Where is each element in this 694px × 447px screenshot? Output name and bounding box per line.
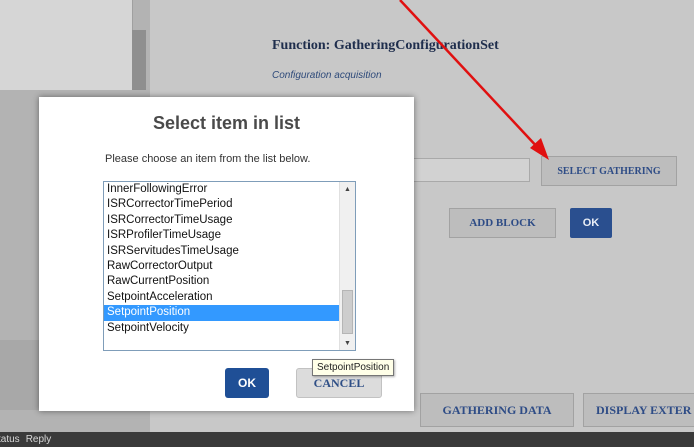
list-item[interactable]: SetpointPosition — [104, 305, 339, 321]
list-item[interactable]: SetpointAcceleration — [104, 290, 339, 305]
left-scrollbar[interactable] — [132, 30, 146, 90]
select-gathering-button[interactable]: SELECT GATHERING — [541, 156, 677, 186]
dialog-title: Select item in list — [152, 113, 301, 133]
scroll-down-icon[interactable]: ▼ — [340, 336, 355, 350]
list-item[interactable]: SetpointVelocity — [104, 321, 339, 336]
list-item[interactable]: RawCorrectorOutput — [104, 259, 339, 274]
item-listbox[interactable]: InnerFollowingError ISRCorrectorTimePerio… — [103, 181, 356, 351]
status-bar: tatus Reply — [0, 432, 694, 447]
add-block-button[interactable]: ADD BLOCK — [449, 208, 556, 238]
function-title: Function: GatheringConfigurationSet — [272, 38, 499, 53]
dialog-ok-button[interactable]: OK — [225, 368, 269, 398]
list-items: InnerFollowingError ISRCorrectorTimePerio… — [104, 182, 339, 336]
status-label: tatus — [0, 434, 20, 445]
scroll-thumb[interactable] — [342, 290, 353, 334]
list-item[interactable]: InnerFollowingError — [104, 182, 339, 197]
reply-label: Reply — [25, 434, 52, 445]
list-item[interactable]: ISRCorrectorTimeUsage — [104, 213, 339, 228]
list-item[interactable]: RawCurrentPosition — [104, 274, 339, 289]
function-subtitle: Configuration acquisition — [272, 70, 382, 81]
display-button[interactable]: DISPLAY EXTER — [583, 393, 694, 427]
list-item[interactable]: ISRCorrectorTimePeriod — [104, 197, 339, 212]
gathering-data-button[interactable]: GATHERING DATA — [420, 393, 574, 427]
item-tooltip: SetpointPosition — [312, 359, 395, 376]
dialog-prompt: Please choose an item from the list belo… — [105, 153, 311, 165]
left-list-panel — [0, 0, 133, 90]
list-item[interactable]: ISRProfilerTimeUsage — [104, 228, 339, 243]
ok-button[interactable]: OK — [570, 208, 612, 238]
list-item[interactable]: ISRServitudesTimeUsage — [104, 244, 339, 259]
list-scrollbar[interactable]: ▲ ▼ — [339, 182, 355, 350]
scroll-up-icon[interactable]: ▲ — [340, 182, 355, 196]
